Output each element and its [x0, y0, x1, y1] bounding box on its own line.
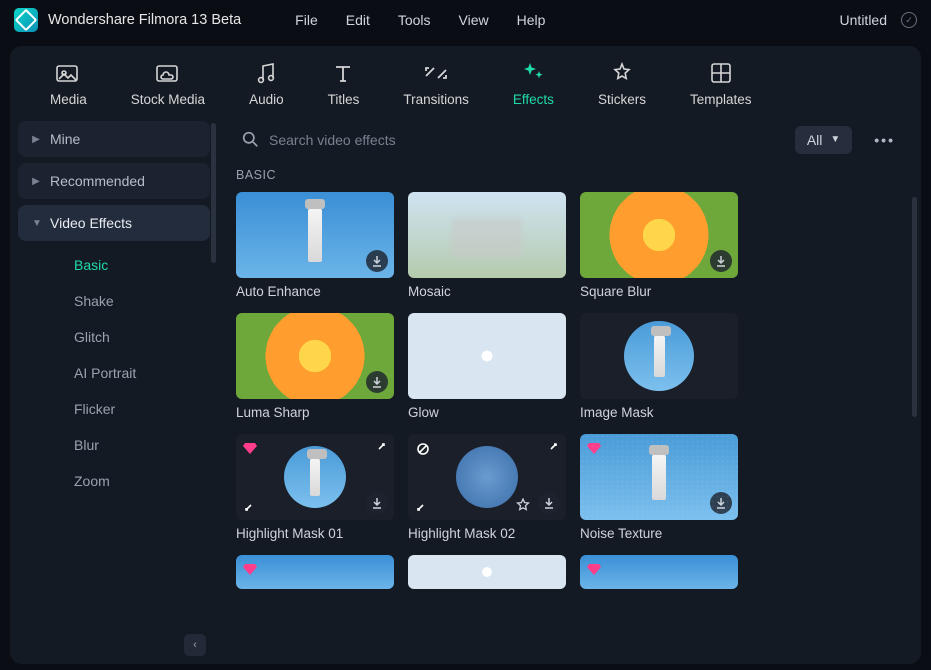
chevron-right-icon: ▶ [32, 176, 40, 187]
effect-card-highlight-mask-01[interactable]: Highlight Mask 01 [236, 434, 394, 541]
no-icon [414, 440, 432, 458]
effect-card-noise-texture[interactable]: Noise Texture [580, 434, 738, 541]
premium-gem-icon [242, 561, 258, 577]
download-icon[interactable] [366, 250, 388, 272]
arrow-out-icon [242, 496, 260, 514]
effect-thumbnail [236, 434, 394, 520]
premium-gem-icon [242, 440, 258, 456]
download-icon[interactable] [710, 492, 732, 514]
effect-card-square-blur[interactable]: Square Blur [580, 192, 738, 299]
menu-help[interactable]: Help [517, 12, 546, 28]
effect-thumbnail [580, 434, 738, 520]
effects-grid: Auto Enhance Mosaic Square Blur [218, 192, 921, 607]
sidebar-sub-blur[interactable]: Blur [18, 427, 210, 463]
sidebar-sub-basic[interactable]: Basic [18, 247, 210, 283]
premium-gem-icon [586, 440, 602, 456]
effect-thumbnail [580, 192, 738, 278]
sticker-icon [609, 60, 635, 86]
sidebar-item-video-effects[interactable]: ▼ Video Effects [18, 205, 210, 241]
premium-gem-icon [586, 561, 602, 577]
sidebar-item-recommended[interactable]: ▶ Recommended [18, 163, 210, 199]
tab-transitions[interactable]: Transitions [403, 60, 469, 107]
tab-stock-media[interactable]: Stock Media [131, 60, 205, 107]
search-icon [242, 131, 259, 148]
sidebar-item-mine[interactable]: ▶ Mine [18, 121, 210, 157]
tab-effects[interactable]: Effects [513, 60, 554, 107]
app-logo [14, 8, 38, 32]
section-header-basic: BASIC [218, 164, 921, 192]
effect-card-partial[interactable] [408, 555, 566, 589]
effect-card-mosaic[interactable]: Mosaic [408, 192, 566, 299]
cloud-icon [155, 60, 181, 86]
save-status-icon [901, 12, 917, 28]
document-title: Untitled [840, 12, 887, 28]
sidebar-sub-glitch[interactable]: Glitch [18, 319, 210, 355]
effect-thumbnail [236, 192, 394, 278]
text-icon [330, 60, 356, 86]
arrow-in-icon [370, 440, 388, 458]
sidebar-sub-zoom[interactable]: Zoom [18, 463, 210, 499]
menu-view[interactable]: View [459, 12, 489, 28]
effect-thumbnail [408, 192, 566, 278]
templates-icon [708, 60, 734, 86]
media-icon [55, 60, 81, 86]
effect-card-highlight-mask-02[interactable]: Highlight Mask 02 [408, 434, 566, 541]
main-panel: All ▼ ••• BASIC Auto Enhance [218, 117, 921, 664]
effect-card-glow[interactable]: Glow [408, 313, 566, 420]
sparkle-icon [520, 60, 546, 86]
tab-titles[interactable]: Titles [328, 60, 360, 107]
sidebar-sub-shake[interactable]: Shake [18, 283, 210, 319]
search-field[interactable] [234, 125, 783, 154]
app-title: Wondershare Filmora 13 Beta [48, 12, 241, 28]
sidebar-sub-flicker[interactable]: Flicker [18, 391, 210, 427]
sidebar-sub-ai-portrait[interactable]: AI Portrait [18, 355, 210, 391]
arrow-in-icon [542, 440, 560, 458]
tab-media[interactable]: Media [50, 60, 87, 107]
effect-card-partial[interactable] [580, 555, 738, 589]
effect-thumbnail [236, 555, 394, 589]
menu-tools[interactable]: Tools [398, 12, 431, 28]
download-icon[interactable] [366, 371, 388, 393]
category-tabs: Media Stock Media Audio Titles Transitio… [10, 46, 921, 117]
tab-stickers[interactable]: Stickers [598, 60, 646, 107]
download-icon[interactable] [710, 250, 732, 272]
download-icon[interactable] [538, 492, 560, 514]
effect-thumbnail [236, 313, 394, 399]
star-icon[interactable] [514, 496, 532, 514]
chevron-right-icon: ▶ [32, 134, 40, 145]
effect-thumbnail [580, 555, 738, 589]
chevron-down-icon: ▼ [32, 218, 40, 229]
chevron-left-icon: ‹ [193, 639, 197, 651]
chevron-down-icon: ▼ [830, 134, 840, 145]
effect-thumbnail [408, 313, 566, 399]
collapse-sidebar-button[interactable]: ‹ [184, 634, 206, 656]
download-icon[interactable] [366, 492, 388, 514]
titlebar: Wondershare Filmora 13 Beta File Edit To… [0, 0, 931, 40]
menu-edit[interactable]: Edit [346, 12, 370, 28]
music-icon [253, 60, 279, 86]
tab-templates[interactable]: Templates [690, 60, 752, 107]
tab-audio[interactable]: Audio [249, 60, 284, 107]
effect-thumbnail [408, 555, 566, 589]
transitions-icon [423, 60, 449, 86]
menu-file[interactable]: File [295, 12, 318, 28]
main-menu: File Edit Tools View Help [295, 12, 545, 28]
workspace: Media Stock Media Audio Titles Transitio… [10, 46, 921, 664]
toolbar: All ▼ ••• [218, 117, 921, 164]
ellipsis-icon: ••• [874, 132, 895, 148]
effect-card-partial[interactable] [236, 555, 394, 589]
arrow-out-icon [414, 496, 432, 514]
effect-card-luma-sharp[interactable]: Luma Sharp [236, 313, 394, 420]
filter-dropdown[interactable]: All ▼ [795, 126, 852, 154]
sidebar: ▶ Mine ▶ Recommended ▼ Video Effects Bas… [10, 117, 218, 664]
more-options-button[interactable]: ••• [864, 126, 905, 154]
effect-thumbnail [408, 434, 566, 520]
effect-thumbnail [580, 313, 738, 399]
effect-card-image-mask[interactable]: Image Mask [580, 313, 738, 420]
effect-card-auto-enhance[interactable]: Auto Enhance [236, 192, 394, 299]
search-input[interactable] [269, 132, 775, 148]
